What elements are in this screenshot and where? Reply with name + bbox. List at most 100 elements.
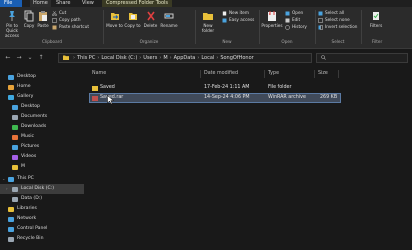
recycle-bin-icon [8, 236, 14, 242]
breadcrumb[interactable]: › This PC › Local Disk (C:) › Users › M › AppData… [58, 53, 312, 63]
breadcrumb-separator: › [139, 55, 142, 61]
recent-locations-button[interactable]: ⌄ [26, 54, 34, 62]
column-header-size[interactable]: Size [318, 71, 328, 76]
chevron-right-icon[interactable]: › [6, 184, 8, 194]
new-folder-button[interactable]: New folder [197, 10, 219, 33]
breadcrumb-this-pc[interactable]: This PC [77, 55, 95, 61]
invert-selection-button[interactable]: Invert selection [318, 24, 357, 30]
move-to-button[interactable]: Move to [106, 10, 123, 28]
sidebar-item-label: Network [17, 216, 37, 221]
column-divider[interactable] [314, 70, 315, 78]
rename-button[interactable]: Rename [160, 10, 178, 28]
file-row[interactable]: Saved 17-Feb-24 1:11 AM File folder [90, 84, 340, 92]
breadcrumb-m[interactable]: M [163, 55, 167, 61]
sidebar-item[interactable]: › Local Disk (C:) [0, 184, 84, 194]
history-button[interactable]: History [285, 24, 307, 30]
paste-shortcut-icon [52, 25, 57, 29]
sidebar-item[interactable]: M [0, 162, 84, 172]
sidebar-item[interactable]: Pictures [0, 142, 84, 152]
tab-file[interactable]: File [0, 0, 22, 7]
gallery-icon [8, 94, 14, 100]
copy-to-button[interactable]: Copy to [124, 10, 141, 28]
sidebar-item[interactable]: Control Panel [0, 224, 84, 234]
new-item-button[interactable]: New item [222, 10, 249, 16]
column-divider[interactable] [200, 70, 201, 78]
sidebar-item[interactable]: Data (D:) [0, 194, 84, 204]
sidebar-item[interactable]: ⌄ This PC [0, 174, 84, 184]
copy-to-icon [128, 13, 137, 20]
cut-button[interactable]: Cut [52, 10, 66, 16]
breadcrumb-songofhonor[interactable]: SongOfHonor [220, 55, 253, 61]
pin-quick-access-button[interactable]: Pin to Quick access [2, 10, 22, 38]
sidebar-item[interactable]: Desktop [0, 102, 84, 112]
history-icon [285, 24, 290, 30]
tab-home[interactable]: Home [30, 0, 51, 7]
sidebar-item[interactable]: Documents [0, 112, 84, 122]
sidebar-item[interactable]: Libraries [0, 204, 84, 214]
navigation-pane[interactable]: Desktop Home Gallery Desktop Documents Downlo… [0, 68, 84, 250]
paste-shortcut-button[interactable]: Paste shortcut [52, 24, 89, 30]
ribbon: Pin to Quick access Copy Paste Cut Copy … [0, 7, 412, 49]
videos-icon [12, 154, 18, 160]
new-folder-icon [203, 13, 213, 20]
column-header-name[interactable]: Name [92, 71, 106, 76]
filter-group-label: Filter [371, 39, 383, 44]
sidebar-item[interactable]: Music [0, 132, 84, 142]
column-header-type[interactable]: Type [268, 71, 279, 76]
breadcrumb-separator: › [169, 55, 172, 61]
libraries-icon [8, 206, 14, 212]
sidebar-item[interactable]: Gallery [0, 92, 84, 102]
tab-share[interactable]: Share [56, 0, 70, 7]
filters-button[interactable]: Filters [366, 10, 386, 28]
file-date: 14-Sep-24 4:06 PM [204, 95, 250, 100]
sidebar-item-label: Control Panel [17, 226, 48, 231]
breadcrumb-local-disk[interactable]: Local Disk (C:) [101, 55, 137, 61]
easy-access-button[interactable]: Easy access [222, 17, 254, 23]
tab-compressed-folder-tools[interactable]: Compressed Folder Tools [102, 0, 173, 7]
sidebar-item[interactable]: Videos [0, 152, 84, 162]
sidebar-item[interactable]: Recycle Bin [0, 234, 84, 244]
select-all-icon [318, 11, 323, 15]
file-row[interactable]: Saved.rar 14-Sep-24 4:06 PM WinRAR archive… [89, 93, 341, 103]
sidebar-item-label: Downloads [21, 124, 47, 129]
sidebar-item[interactable]: Downloads [0, 122, 84, 132]
select-all-button[interactable]: Select all [318, 10, 344, 16]
open-button[interactable]: Open [285, 10, 303, 16]
column-divider[interactable] [264, 70, 265, 78]
scissors-icon [52, 10, 57, 16]
documents-icon [12, 114, 18, 120]
breadcrumb-local[interactable]: Local [201, 55, 214, 61]
clipboard-group-label: Clipboard [41, 39, 62, 44]
back-button[interactable]: ← [4, 54, 12, 62]
breadcrumb-separator: › [73, 55, 75, 61]
edit-button[interactable]: Edit [285, 17, 300, 23]
sidebar-item-label: Data (D:) [21, 196, 43, 201]
chevron-down-icon[interactable]: ⌄ [2, 174, 5, 184]
sidebar-item[interactable]: Network [0, 214, 84, 224]
breadcrumb-users[interactable]: Users [143, 55, 157, 61]
copy-path-button[interactable]: Copy path [52, 17, 80, 23]
forward-button[interactable]: → [15, 54, 23, 62]
mouse-cursor-icon [107, 95, 115, 105]
copy-icon [24, 10, 34, 22]
file-date: 17-Feb-24 1:11 AM [204, 85, 250, 90]
tab-view[interactable]: View [82, 0, 94, 7]
breadcrumb-appdata[interactable]: AppData [174, 55, 196, 61]
select-none-button[interactable]: Select none [318, 17, 350, 23]
column-header-date-modified[interactable]: Date modified [204, 71, 238, 76]
column-divider[interactable] [338, 70, 339, 78]
properties-button[interactable]: Properties [261, 10, 283, 28]
breadcrumb-separator: › [159, 55, 162, 61]
chevron-down-icon: ⌄ [27, 54, 33, 61]
up-button[interactable]: ↑ [37, 54, 45, 62]
new-item-icon [222, 11, 227, 15]
arrow-right-icon: → [16, 54, 22, 61]
delete-button[interactable]: Delete [142, 10, 159, 28]
paste-button[interactable]: Paste [36, 10, 50, 28]
sidebar-item[interactable]: Desktop [0, 72, 84, 82]
copy-button[interactable]: Copy [22, 10, 36, 28]
copy-path-icon [52, 17, 57, 23]
breadcrumb-separator: › [216, 55, 219, 61]
search-input[interactable] [316, 53, 408, 63]
sidebar-item[interactable]: Home [0, 82, 84, 92]
